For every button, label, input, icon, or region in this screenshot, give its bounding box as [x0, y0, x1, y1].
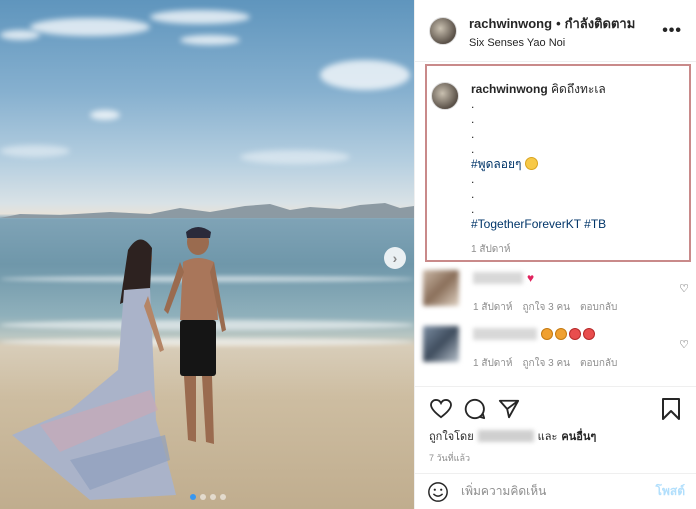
caption-line: . — [471, 97, 475, 111]
emoji-smile-icon[interactable] — [427, 481, 449, 503]
avatar[interactable] — [423, 326, 459, 362]
couple-figure — [12, 227, 226, 500]
next-slide-button[interactable]: › — [384, 247, 406, 269]
carousel-dot — [210, 494, 216, 500]
more-horizontal-icon[interactable]: ••• — [662, 22, 682, 40]
comment-likes[interactable]: ถูกใจ 3 คน — [523, 300, 571, 315]
cloud — [240, 150, 350, 164]
like-heart-icon[interactable] — [429, 397, 453, 421]
heart-eyes-emoji-icon — [541, 328, 553, 340]
post-sidebar: rachwinwong • กำลังติดตาม Six Senses Yao… — [414, 0, 696, 509]
cloud — [0, 30, 40, 40]
avatar[interactable] — [431, 82, 459, 110]
bookmark-icon[interactable] — [659, 397, 683, 421]
caption-highlight: rachwinwong คิดถึงทะเล . . . . #พูดลอยๆ … — [425, 64, 691, 262]
heart-emoji-icon — [583, 328, 595, 340]
hashtag-links[interactable]: #TogetherForeverKT #TB — [471, 217, 606, 231]
like-comment-heart-icon[interactable]: ♡ — [679, 338, 689, 351]
reply-button[interactable]: ตอบกลับ — [580, 300, 617, 315]
avatar[interactable] — [423, 270, 459, 306]
cloud — [180, 35, 240, 45]
blurred-username[interactable] — [473, 328, 537, 340]
caption-text: คิดถึงทะเล — [551, 82, 606, 96]
location-link[interactable]: Six Senses Yao Noi — [469, 37, 662, 49]
comment-item: 1 สัปดาห์ ถูกใจ 3 คน ตอบกลับ ♡ — [423, 326, 689, 371]
liked-by-prefix: ถูกใจโดย — [429, 431, 474, 443]
comment-likes[interactable]: ถูกใจ 3 คน — [523, 356, 571, 371]
caption-line: . — [471, 187, 475, 201]
carousel-dot — [200, 494, 206, 500]
blurred-username[interactable] — [473, 272, 523, 284]
caption-line: . — [471, 127, 475, 141]
caption-time[interactable]: 1 สัปดาห์ — [471, 242, 606, 257]
red-heart-emoji-icon: ♥ — [527, 271, 535, 285]
caption-line: . — [471, 112, 475, 126]
post-header: rachwinwong • กำลังติดตาม Six Senses Yao… — [415, 0, 696, 62]
comment-bubble-icon[interactable] — [463, 397, 487, 421]
caption-line: . — [471, 202, 475, 216]
avatar[interactable] — [429, 16, 457, 45]
comment-item: ♥ 1 สัปดาห์ ถูกใจ 3 คน ตอบกลับ ♡ — [423, 270, 689, 315]
reply-button[interactable]: ตอบกลับ — [580, 356, 617, 371]
comment-time[interactable]: 1 สัปดาห์ — [473, 300, 513, 315]
distant-islands — [0, 203, 414, 218]
cloud — [150, 10, 250, 24]
following-button[interactable]: กำลังติดตาม — [565, 13, 636, 34]
caption-line: . — [471, 142, 475, 156]
add-comment-bar: เพิ่มความคิดเห็น โพสต์ — [415, 473, 696, 509]
chevron-right-icon: › — [392, 250, 398, 266]
post-actions: ถูกใจโดย และ คนอื่นๆ 7 วันที่แล้ว — [415, 386, 696, 465]
post-photo[interactable]: › — [0, 0, 414, 509]
caption-line: . — [471, 172, 475, 186]
liked-by-and: และ — [537, 431, 558, 443]
heart-eyes-emoji-icon — [555, 328, 567, 340]
carousel-dot — [220, 494, 226, 500]
blurred-liker-name[interactable] — [477, 430, 534, 442]
separator-bullet: • — [556, 15, 561, 31]
liked-by: ถูกใจโดย และ คนอื่นๆ — [429, 427, 683, 445]
cloud — [320, 60, 410, 90]
hashtag-link[interactable]: #พูดลอยๆ — [471, 157, 521, 171]
grinning-emoji-icon — [524, 157, 538, 170]
cloud — [90, 110, 120, 120]
liked-by-others-link[interactable]: คนอื่นๆ — [561, 427, 596, 445]
comment-time[interactable]: 1 สัปดาห์ — [473, 356, 513, 371]
heart-emoji-icon — [569, 328, 581, 340]
post-comment-button[interactable]: โพสต์ — [656, 482, 685, 501]
caption-username[interactable]: rachwinwong — [471, 82, 548, 96]
share-paper-plane-icon[interactable] — [497, 397, 521, 421]
carousel-indicator — [190, 494, 226, 500]
carousel-dot-active — [190, 494, 196, 500]
username-link[interactable]: rachwinwong — [469, 16, 552, 31]
post-age[interactable]: 7 วันที่แล้ว — [429, 451, 683, 465]
cloud — [30, 18, 150, 36]
cloud — [0, 145, 70, 157]
comment-input[interactable]: เพิ่มความคิดเห็น — [461, 482, 656, 501]
like-comment-heart-icon[interactable]: ♡ — [679, 282, 689, 295]
